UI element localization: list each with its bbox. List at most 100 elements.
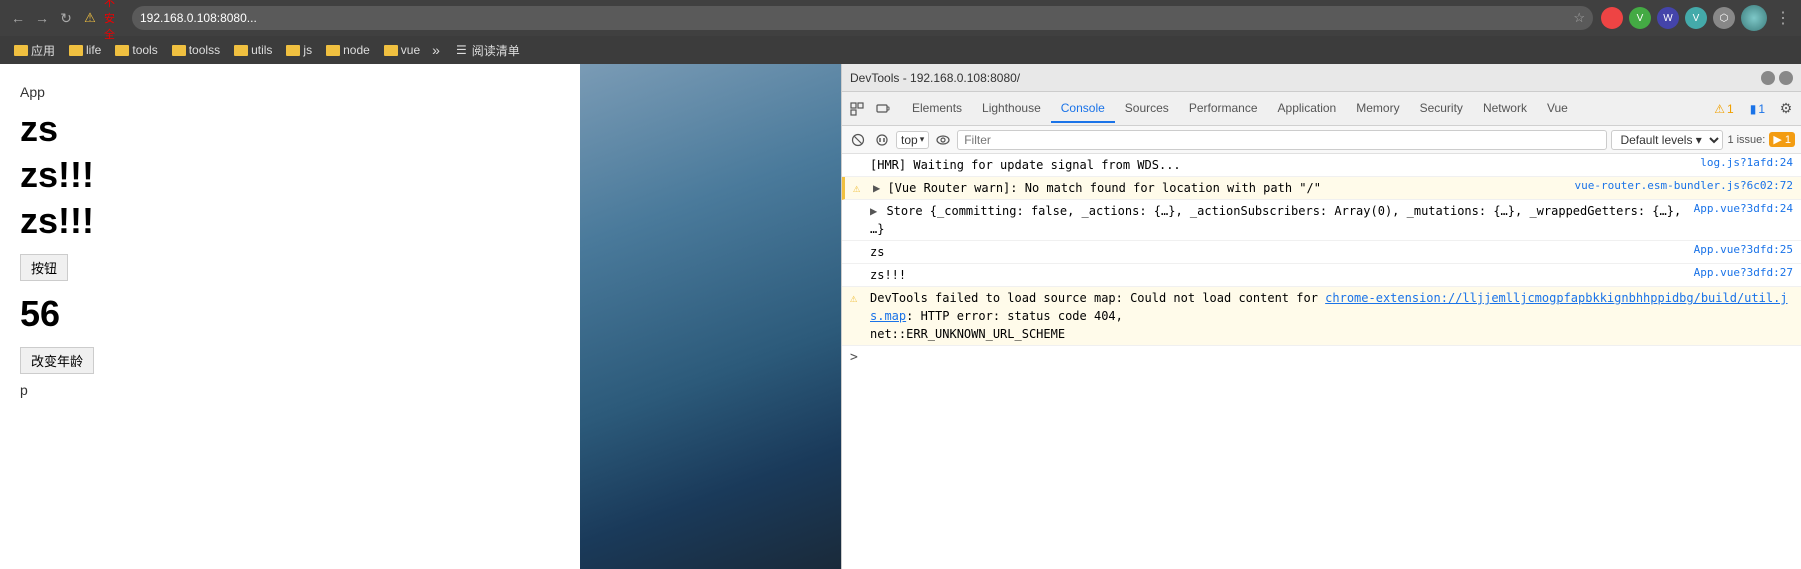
bookmark-node[interactable]: node — [320, 41, 376, 59]
console-filter-input[interactable] — [957, 130, 1607, 150]
tab-performance[interactable]: Performance — [1179, 95, 1268, 123]
back-button[interactable]: ← — [8, 8, 28, 28]
console-line: zs App.vue?3dfd:25 — [842, 241, 1801, 264]
folder-icon — [115, 45, 129, 56]
devtools-inspect-icon[interactable] — [846, 98, 868, 120]
warning-icon: ⚠ — [853, 181, 869, 195]
bookmark-label: 应用 — [31, 42, 55, 59]
bookmark-阅读清单[interactable]: ☰ 阅读清单 — [450, 40, 526, 61]
console-clear-button[interactable] — [848, 130, 868, 150]
zs-exclaim2: zs!!! — [20, 200, 560, 242]
forward-button[interactable]: → — [32, 8, 52, 28]
bookmark-utils[interactable]: utils — [228, 41, 278, 59]
bookmark-label: utils — [251, 43, 272, 57]
tab-memory[interactable]: Memory — [1346, 95, 1409, 123]
console-line: zs!!! App.vue?3dfd:27 — [842, 264, 1801, 287]
console-prompt-line: > — [842, 346, 1801, 368]
ext-icon4[interactable]: ⬡ — [1713, 7, 1735, 29]
ext-icon1[interactable]: V — [1629, 7, 1651, 29]
devtools-warning-badge[interactable]: ⚠ 1 — [1708, 100, 1739, 118]
devtools-error-badge[interactable]: ▮ 1 — [1744, 100, 1771, 118]
tab-sources[interactable]: Sources — [1115, 95, 1179, 123]
tab-application[interactable]: Application — [1268, 95, 1347, 123]
error-icon: ▮ — [1750, 102, 1757, 116]
tab-lighthouse[interactable]: Lighthouse — [972, 95, 1051, 123]
console-eye-button[interactable] — [933, 130, 953, 150]
devtools-tabs: Elements Lighthouse Console Sources Perf… — [842, 92, 1801, 126]
menu-button[interactable]: ⋮ — [1773, 8, 1793, 28]
background-image-area — [580, 64, 841, 569]
bookmark-toolss[interactable]: toolss — [166, 41, 226, 59]
console-prompt[interactable]: > — [850, 350, 858, 365]
console-message: [HMR] Waiting for update signal from WDS… — [870, 156, 1688, 174]
tab-security[interactable]: Security — [1410, 95, 1473, 123]
bookmark-star[interactable]: ☆ — [1573, 10, 1585, 26]
console-message: zs!!! — [870, 266, 1682, 284]
reload-button[interactable]: ↻ — [56, 8, 76, 28]
bookmarks-more-button[interactable]: » — [428, 40, 444, 60]
browser-toolbar: ← → ↻ ⚠ 不安全 192.168.0.108:8080... ☆ V W … — [0, 0, 1801, 36]
bookmark-label: node — [343, 43, 370, 57]
profile-icon[interactable] — [1741, 5, 1767, 31]
nav-buttons: ← → ↻ ⚠ 不安全 — [8, 8, 124, 28]
devtools-close-button[interactable] — [1779, 71, 1793, 85]
console-message: ▶ [Vue Router warn]: No match found for … — [873, 179, 1562, 197]
folder-icon — [234, 45, 248, 56]
bookmark-tools[interactable]: tools — [109, 41, 163, 59]
bookmark-vue[interactable]: vue — [378, 41, 426, 59]
warning-count: 1 — [1727, 102, 1734, 116]
console-line: ⚠ ▶ [Vue Router warn]: No match found fo… — [842, 177, 1801, 200]
chrome-icon[interactable] — [1601, 7, 1623, 29]
console-file-link[interactable]: vue-router.esm-bundler.js?6c02:72 — [1566, 179, 1793, 192]
app-label: App — [20, 84, 560, 100]
folder-icon — [326, 45, 340, 56]
tab-elements[interactable]: Elements — [902, 95, 972, 123]
button-改变年龄[interactable]: 改变年龄 — [20, 347, 94, 374]
main-area: App zs zs!!! zs!!! 按钮 56 改变年龄 p DevTools… — [0, 64, 1801, 569]
address-bar[interactable]: 192.168.0.108:8080... ☆ — [132, 6, 1593, 30]
webpage-content: App zs zs!!! zs!!! 按钮 56 改变年龄 p — [0, 64, 580, 569]
ext-icon3[interactable]: V — [1685, 7, 1707, 29]
console-levels-select[interactable]: Default levels ▾ — [1611, 130, 1723, 150]
tab-network[interactable]: Network — [1473, 95, 1537, 123]
devtools-minimize-button[interactable] — [1761, 71, 1775, 85]
reading-list-icon: ☰ — [456, 43, 467, 57]
source-map-link[interactable]: chrome-extension://lljjemlljcmogpfapbkki… — [870, 291, 1788, 323]
button-按钮[interactable]: 按钮 — [20, 254, 68, 281]
error-count: 1 — [1758, 102, 1765, 116]
bookmark-label: tools — [132, 43, 157, 57]
warning-icon: ⚠ — [1714, 102, 1725, 116]
bookmarks-bar: 应用 life tools toolss utils js node vue — [0, 36, 1801, 64]
ext-icon2[interactable]: W — [1657, 7, 1679, 29]
console-issue-badge[interactable]: 1 issue: ▶ 1 — [1727, 132, 1795, 147]
security-warning: 不安全 — [104, 8, 124, 28]
expand-arrow[interactable]: ▶ — [873, 181, 880, 195]
console-file-link[interactable]: App.vue?3dfd:25 — [1686, 243, 1793, 256]
console-toolbar: top ▾ Default levels ▾ 1 issue: ▶ 1 — [842, 126, 1801, 154]
bookmark-life[interactable]: life — [63, 41, 107, 59]
warning-icon: ⚠ — [80, 8, 100, 28]
devtools-responsive-icon[interactable] — [872, 98, 894, 120]
devtools-settings-icon[interactable]: ⚙ — [1775, 98, 1797, 120]
bookmark-js[interactable]: js — [280, 41, 318, 59]
console-output: [HMR] Waiting for update signal from WDS… — [842, 154, 1801, 569]
console-message: zs — [870, 243, 1682, 261]
bookmark-label: js — [303, 43, 312, 57]
chevron-down-icon: ▾ — [920, 134, 925, 145]
console-line: ⚠ DevTools failed to load source map: Co… — [842, 287, 1801, 346]
folder-icon — [172, 45, 186, 56]
bookmark-label: 阅读清单 — [472, 42, 520, 59]
bookmark-label: toolss — [189, 43, 220, 57]
tab-vue[interactable]: Vue — [1537, 95, 1578, 123]
p-text: p — [20, 382, 560, 398]
console-message: DevTools failed to load source map: Coul… — [870, 289, 1793, 343]
console-file-link[interactable]: log.js?1afd:24 — [1692, 156, 1793, 169]
expand-arrow[interactable]: ▶ — [870, 204, 877, 218]
console-pause-button[interactable] — [872, 130, 892, 150]
bookmark-应用[interactable]: 应用 — [8, 40, 61, 61]
tab-console[interactable]: Console — [1051, 95, 1115, 123]
console-file-link[interactable]: App.vue?3dfd:27 — [1686, 266, 1793, 279]
devtools-title: DevTools - 192.168.0.108:8080/ — [850, 71, 1020, 85]
console-file-link[interactable]: App.vue?3dfd:24 — [1686, 202, 1793, 215]
console-context-selector[interactable]: top ▾ — [896, 131, 929, 149]
